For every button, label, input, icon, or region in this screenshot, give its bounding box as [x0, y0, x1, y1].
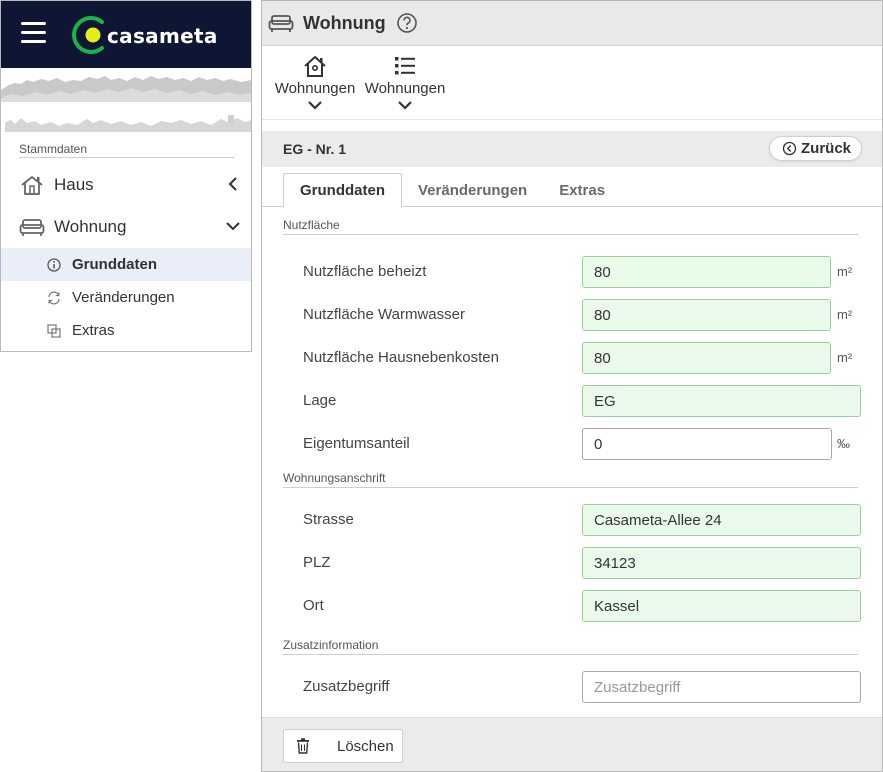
wohnungen-list-dropdown-button[interactable]: Wohnungen	[360, 54, 450, 119]
sidebar-item-label: Wohnung	[54, 217, 127, 236]
page-header: Wohnung	[262, 1, 882, 46]
list-icon	[395, 57, 415, 75]
field-label: PLZ	[303, 554, 331, 571]
house-icon	[304, 56, 326, 77]
field-row: Eigentumsanteil 0 ‰	[262, 428, 882, 460]
sidebar-item-label: Haus	[54, 175, 94, 194]
chevron-down-icon	[308, 101, 322, 110]
logo-text: casameta	[107, 24, 218, 48]
ort-input[interactable]: Kassel	[582, 590, 861, 622]
main-panel: Wohnung Wohnungen Wohnungen EG - Nr. 1 Z…	[261, 0, 883, 772]
info-icon	[47, 257, 61, 272]
field-row: Nutzfläche beheizt 80 m²	[262, 256, 882, 288]
sidebar-item-wohnung[interactable]: Wohnung	[1, 206, 251, 248]
group-label-wohnungsanschrift: Wohnungsanschrift	[283, 466, 858, 488]
field-row: Strasse Casameta-Allee 24	[262, 504, 882, 536]
sidebar-subitem-grunddaten[interactable]: Grunddaten	[1, 248, 251, 281]
plz-input[interactable]: 34123	[582, 547, 861, 579]
field-label: Zusatzbegriff	[303, 678, 390, 695]
toolbar-button-label: Wohnungen	[364, 80, 446, 97]
app-topbar: casameta	[1, 1, 251, 68]
form-footer: Löschen	[262, 717, 882, 771]
trash-icon	[297, 738, 309, 754]
sidebar: casameta Stammdaten Haus Wohnung Grundda…	[0, 0, 252, 352]
unit-label: m²	[837, 264, 853, 279]
logo-mark-icon	[72, 16, 104, 54]
unit-label: m²	[837, 307, 853, 322]
tab-bar: Grunddaten Veränderungen Extras	[262, 167, 882, 208]
tab-grunddaten[interactable]: Grunddaten	[283, 173, 402, 208]
field-row: Nutzfläche Hausnebenkosten 80 m²	[262, 342, 882, 374]
chevron-down-icon	[398, 101, 412, 110]
field-label: Ort	[303, 597, 324, 614]
field-row: Ort Kassel	[262, 590, 882, 622]
sidebar-subitem-label: Extras	[72, 322, 115, 339]
delete-button[interactable]: Löschen	[283, 729, 403, 763]
toolbar-button-label: Wohnungen	[274, 80, 356, 97]
city-skyline-image	[1, 68, 251, 132]
back-button-label: Zurück	[801, 140, 852, 157]
help-icon[interactable]	[396, 12, 418, 34]
zusatzbegriff-input[interactable]: Zusatzbegriff	[582, 671, 861, 703]
copy-icon	[47, 323, 61, 338]
unit-label: ‰	[837, 436, 850, 451]
sofa-icon	[19, 219, 45, 236]
section-label-stammdaten: Stammdaten	[19, 142, 234, 158]
nutzflaeche-warmwasser-input[interactable]: 80	[582, 299, 831, 331]
casameta-logo[interactable]: casameta	[72, 13, 218, 57]
group-label-zusatzinformation: Zusatzinformation	[283, 633, 858, 655]
field-label: Lage	[303, 392, 337, 409]
lage-input[interactable]: EG	[582, 385, 861, 417]
field-row: Zusatzbegriff Zusatzbegriff	[262, 671, 882, 703]
toolbar: Wohnungen Wohnungen	[262, 46, 882, 120]
chevron-left-circle-icon	[782, 141, 797, 156]
refresh-icon	[48, 291, 60, 304]
field-label: Eigentumsanteil	[303, 435, 410, 452]
field-label: Strasse	[303, 511, 354, 528]
hamburger-menu-icon[interactable]	[21, 22, 46, 44]
nutzflaeche-beheizt-input[interactable]: 80	[582, 256, 831, 288]
back-button[interactable]: Zurück	[769, 136, 862, 161]
field-label: Nutzfläche beheizt	[303, 263, 427, 280]
nutzflaeche-hausnebenkosten-input[interactable]: 80	[582, 342, 831, 374]
field-label: Nutzfläche Warmwasser	[303, 306, 465, 323]
sidebar-subitem-label: Veränderungen	[72, 289, 175, 306]
house-icon	[21, 176, 43, 195]
sidebar-subitem-veraenderungen[interactable]: Veränderungen	[1, 281, 251, 314]
eigentumsanteil-input[interactable]: 0	[582, 428, 832, 460]
sidebar-subitem-extras[interactable]: Extras	[1, 314, 251, 347]
unit-label: m²	[837, 350, 853, 365]
record-header: EG - Nr. 1 Zurück	[262, 131, 882, 167]
delete-button-label: Löschen	[337, 737, 394, 755]
field-label: Nutzfläche Hausnebenkosten	[303, 349, 499, 366]
page-title: Wohnung	[303, 12, 386, 33]
chevron-left-icon[interactable]	[225, 176, 241, 192]
tab-extras[interactable]: Extras	[543, 173, 621, 207]
sidebar-item-haus[interactable]: Haus	[1, 164, 251, 206]
sidebar-subitem-label: Grunddaten	[72, 256, 157, 273]
field-row: PLZ 34123	[262, 547, 882, 579]
chevron-down-icon[interactable]	[225, 218, 241, 234]
tab-veraenderungen[interactable]: Veränderungen	[402, 173, 543, 207]
field-row: Lage EG	[262, 385, 882, 417]
wohnungen-house-dropdown-button[interactable]: Wohnungen	[270, 54, 360, 119]
group-label-nutzflaeche: Nutzfläche	[283, 213, 858, 235]
sofa-icon	[268, 15, 294, 32]
strasse-input[interactable]: Casameta-Allee 24	[582, 504, 861, 536]
record-title: EG - Nr. 1	[283, 141, 347, 157]
field-row: Nutzfläche Warmwasser 80 m²	[262, 299, 882, 331]
